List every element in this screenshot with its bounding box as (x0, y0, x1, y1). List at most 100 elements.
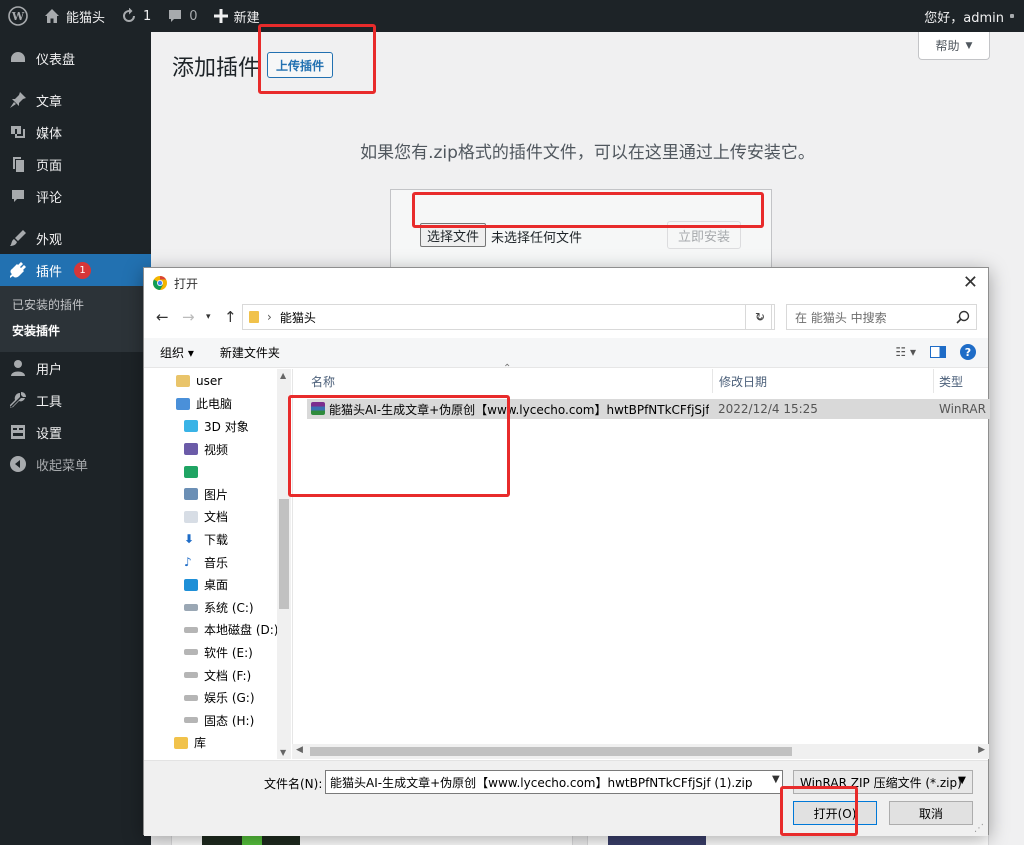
updates-link[interactable]: 1 (113, 0, 159, 32)
submenu-installed-plugins[interactable]: 已安装的插件 (0, 292, 151, 318)
toolbar-right: ☷ ▾ ? (895, 344, 976, 360)
no-file-text: 未选择任何文件 (491, 231, 583, 246)
tree-scrollbar-thumb[interactable] (279, 499, 289, 609)
tree-item-app[interactable] (144, 460, 291, 483)
plugins-submenu: 已安装的插件 安装插件 (0, 286, 151, 352)
sidebar-collapse-menu[interactable]: 收起菜单 (0, 448, 151, 480)
sidebar-item-pages[interactable]: 页面 (0, 148, 151, 180)
address-bar[interactable]: › 能猫头 ⌄ (242, 304, 772, 330)
tree-item-documents[interactable]: 文档 (144, 506, 291, 529)
tree-item-label: user (196, 374, 223, 389)
sidebar-item-posts[interactable]: 文章 (0, 84, 151, 116)
download-icon: ⬇ (184, 532, 195, 547)
scroll-right-icon[interactable]: ▶ (978, 745, 985, 755)
sidebar-item-dashboard[interactable]: 仪表盘 (0, 42, 151, 74)
scroll-up-icon[interactable]: ▲ (280, 371, 286, 380)
cancel-button[interactable]: 取消 (889, 801, 973, 825)
column-header-type[interactable]: 类型 (939, 369, 989, 393)
filetype-select[interactable]: WinRAR ZIP 压缩文件 (*.zip) ▼ (793, 770, 973, 794)
sidebar-item-appearance[interactable]: 外观 (0, 222, 151, 254)
navigation-bar: ← → ▾ ↑ › 能猫头 ⌄ ↻ 在 能猫头 中搜索 (144, 302, 988, 332)
tree-scrollbar[interactable]: ▲ ▼ (277, 369, 291, 759)
tree-item-drive-h[interactable]: 固态 (H:) (144, 709, 291, 732)
new-content-link[interactable]: 新建 (206, 0, 268, 32)
tree-item-drive-d[interactable]: 本地磁盘 (D:) (144, 619, 291, 642)
refresh-icon[interactable]: ↻ (745, 304, 775, 330)
hscrollbar-thumb[interactable] (310, 747, 792, 756)
tree-item-user[interactable]: user (144, 370, 291, 393)
help-label: 帮助 (935, 39, 960, 53)
tree-item-drive-f[interactable]: 文档 (F:) (144, 664, 291, 687)
help-icon[interactable]: ? (960, 344, 976, 360)
tree-item-libraries[interactable]: 库 (144, 732, 291, 755)
computer-icon (176, 397, 190, 410)
sidebar-item-settings[interactable]: 设置 (0, 416, 151, 448)
tree-item-drive-g[interactable]: 娱乐 (G:) (144, 686, 291, 709)
tree-item-3d-objects[interactable]: 3D 对象 (144, 415, 291, 438)
view-options-icon[interactable]: ☷ ▾ (895, 345, 916, 359)
sidebar-item-users[interactable]: 用户 (0, 352, 151, 384)
sidebar-item-label: 设置 (36, 426, 63, 442)
submenu-add-plugins[interactable]: 安装插件 (0, 318, 151, 344)
sidebar-item-tools[interactable]: 工具 (0, 384, 151, 416)
user-icon (8, 358, 28, 378)
open-button[interactable]: 打开(O) (793, 801, 877, 825)
help-button[interactable]: 帮助 ▼ (918, 32, 990, 60)
current-folder: 能猫头 (279, 310, 316, 325)
back-arrow-icon[interactable]: ← (156, 308, 169, 326)
scroll-left-icon[interactable]: ◀ (296, 745, 303, 755)
upload-form: 选择文件 未选择任何文件 立即安装 (390, 189, 772, 279)
file-list-hscrollbar[interactable]: ◀ ▶ (292, 744, 989, 759)
column-divider (712, 369, 713, 393)
music-icon: ♪ (184, 555, 192, 570)
resize-grip-icon[interactable]: ⋰ (974, 823, 984, 834)
tree-item-label: 此电脑 (196, 397, 233, 412)
tree-item-desktop[interactable]: 桌面 (144, 573, 291, 596)
history-dropdown-icon[interactable]: ▾ (206, 312, 211, 322)
close-icon[interactable]: ✕ (963, 272, 978, 293)
column-header-date[interactable]: 修改日期 (719, 369, 919, 393)
upload-instructions: 如果您有.zip格式的插件文件，可以在这里通过上传安装它。 (360, 143, 815, 163)
documents-icon (184, 510, 198, 523)
scroll-down-icon[interactable]: ▼ (280, 748, 286, 757)
tree-item-videos[interactable]: 视频 (144, 438, 291, 461)
tree-item-pictures[interactable]: 图片 (144, 483, 291, 506)
preview-pane-icon[interactable] (930, 346, 946, 358)
column-header-name[interactable]: 名称 (311, 369, 701, 393)
install-now-button[interactable]: 立即安装 (666, 221, 741, 249)
tree-item-music[interactable]: ♪ 音乐 (144, 551, 291, 574)
wp-logo-button[interactable]: W (0, 0, 36, 32)
page-title: 添加插件 (172, 56, 261, 81)
sidebar-item-label: 仪表盘 (36, 52, 76, 68)
sidebar-item-media[interactable]: 媒体 (0, 116, 151, 148)
dialog-title: 打开 (174, 276, 199, 291)
new-folder-button[interactable]: 新建文件夹 (220, 344, 280, 361)
tree-item-this-pc[interactable]: 此电脑 (144, 393, 291, 416)
tree-item-drive-c[interactable]: 系统 (C:) (144, 596, 291, 619)
drive-icon (184, 649, 198, 656)
tree-item-downloads[interactable]: ⬇ 下载 (144, 528, 291, 551)
collapse-icon (8, 454, 28, 474)
column-label: 修改日期 (719, 374, 768, 389)
tree-item-drive-e[interactable]: 软件 (E:) (144, 641, 291, 664)
settings-icon (8, 422, 28, 442)
account-menu[interactable]: 您好，admin (916, 0, 1024, 32)
file-name: 能猫头AI-生成文章+伪原创【www.lycecho.com】hwtBPfNTk… (329, 402, 709, 417)
wrench-icon (8, 390, 28, 410)
sidebar-item-comments[interactable]: 评论 (0, 180, 151, 212)
site-name-link[interactable]: 能猫头 (36, 0, 113, 32)
choose-file-button[interactable]: 选择文件 (420, 223, 487, 247)
file-date: 2022/12/4 15:25 (718, 402, 818, 416)
file-row[interactable]: 能猫头AI-生成文章+伪原创【www.lycecho.com】hwtBPfNTk… (307, 399, 990, 419)
forward-arrow-icon[interactable]: → (182, 308, 195, 326)
refresh-icon (123, 8, 136, 22)
chevron-down-icon[interactable]: ▼ (772, 774, 780, 785)
up-arrow-icon[interactable]: ↑ (224, 308, 237, 326)
comments-link[interactable]: 0 (159, 0, 205, 32)
plugin-icon (8, 260, 28, 280)
organize-menu[interactable]: 组织 ▾ (160, 344, 194, 361)
filename-input[interactable]: 能猫头AI-生成文章+伪原创【www.lycecho.com】hwtBPfNTk… (325, 770, 783, 794)
upload-plugin-button[interactable]: 上传插件 (267, 52, 334, 78)
search-input[interactable]: 在 能猫头 中搜索 (786, 304, 977, 330)
sidebar-item-plugins[interactable]: 插件 1 (0, 254, 151, 286)
